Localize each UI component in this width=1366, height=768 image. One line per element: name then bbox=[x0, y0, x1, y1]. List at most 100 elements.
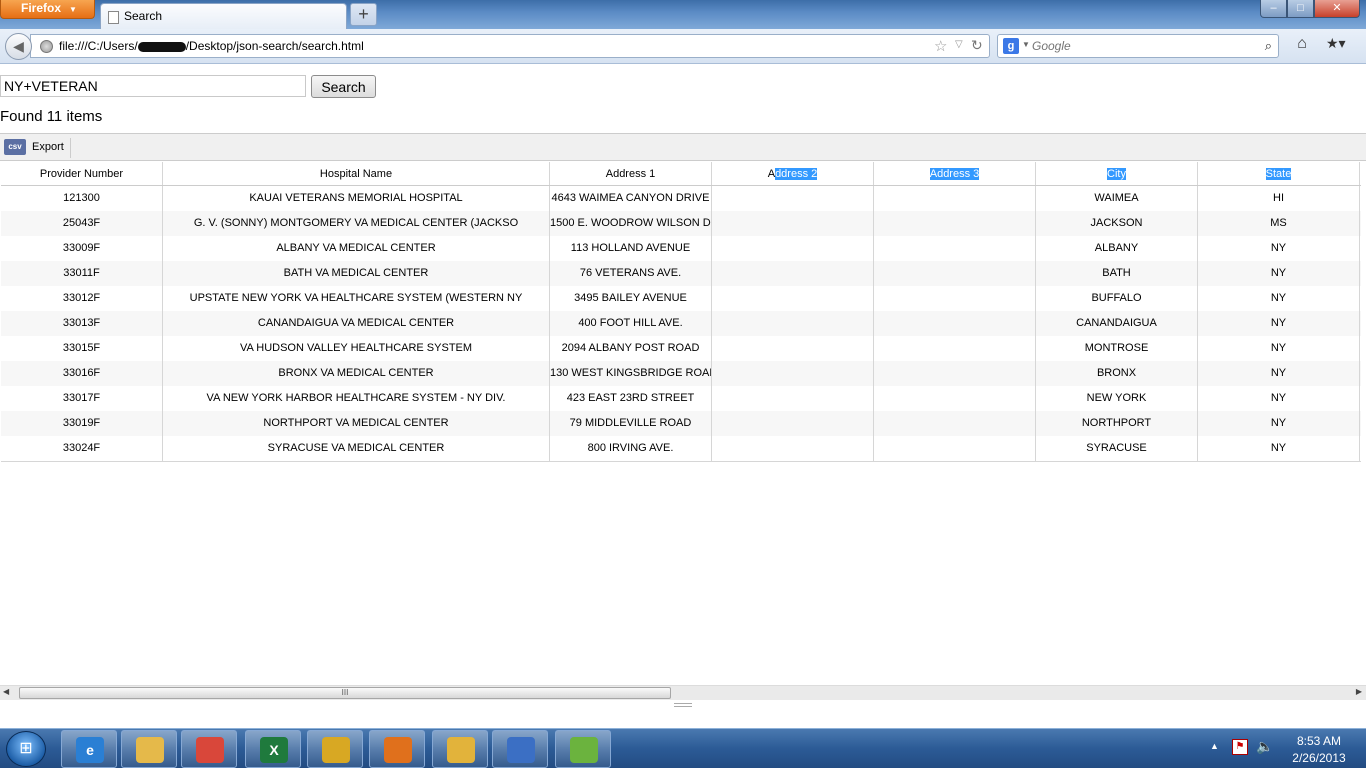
cell-address-3 bbox=[874, 336, 1036, 361]
maximize-button[interactable]: □ bbox=[1287, 0, 1314, 18]
horizontal-scrollbar[interactable]: ◀ III ▶ bbox=[0, 685, 1366, 700]
taskbar-chrome-button[interactable] bbox=[181, 730, 237, 768]
volume-icon[interactable]: 🔈 bbox=[1256, 738, 1273, 755]
column-header-address-3[interactable]: Address 3 bbox=[874, 162, 1036, 185]
column-header-hospital-name[interactable]: Hospital Name bbox=[163, 162, 550, 185]
cell-address-2 bbox=[712, 286, 874, 311]
column-header-city[interactable]: City bbox=[1036, 162, 1198, 185]
table-row[interactable]: 33017F VA NEW YORK HARBOR HEALTHCARE SYST… bbox=[1, 386, 1361, 411]
web-search-input[interactable] bbox=[1032, 37, 1252, 55]
taskbar-powershell-app-button[interactable] bbox=[307, 730, 363, 768]
home-icon[interactable]: ⌂ bbox=[1291, 35, 1313, 57]
clock-date[interactable]: 2/26/2013 bbox=[1284, 751, 1354, 765]
back-button[interactable]: ◀ bbox=[5, 33, 32, 60]
selected-text: State bbox=[1265, 168, 1292, 180]
table-row[interactable]: 33019F NORTHPORT VA MEDICAL CENTER 79 MIDD… bbox=[1, 411, 1361, 436]
cell-hospital-name: VA HUDSON VALLEY HEALTHCARE SYSTEM bbox=[163, 336, 550, 361]
close-button[interactable]: ✕ bbox=[1314, 0, 1360, 18]
history-dropdown-icon[interactable]: ▽ bbox=[955, 39, 963, 50]
cell-address-3 bbox=[874, 286, 1036, 311]
chrome-icon bbox=[196, 737, 224, 763]
cell-state: NY bbox=[1198, 361, 1360, 386]
cell-address-1: 423 EAST 23RD STREET bbox=[550, 386, 712, 411]
scrollbar-thumb[interactable]: III bbox=[19, 687, 671, 699]
grid-body: 121300 KAUAI VETERANS MEMORIAL HOSPITAL 46… bbox=[1, 186, 1361, 462]
cell-address-3 bbox=[874, 436, 1036, 461]
cell-address-1: 400 FOOT HILL AVE. bbox=[550, 311, 712, 336]
minimize-button[interactable]: ‒ bbox=[1260, 0, 1287, 18]
cell-address-1: 130 WEST KINGSBRIDGE ROAD bbox=[550, 361, 712, 386]
column-header-address-1[interactable]: Address 1 bbox=[550, 162, 712, 185]
column-header-address-2[interactable]: Address 2 bbox=[712, 162, 874, 185]
search-bar[interactable]: g ▼ ⌕ bbox=[997, 34, 1279, 58]
taskbar-internet-explorer-button[interactable]: e bbox=[61, 730, 117, 768]
cell-state: HI bbox=[1198, 186, 1360, 211]
column-header-provider-number[interactable]: Provider Number bbox=[1, 162, 163, 185]
table-row[interactable]: 33013F CANANDAIGUA VA MEDICAL CENTER 400 F… bbox=[1, 311, 1361, 336]
export-label: Export bbox=[32, 140, 64, 153]
cell-address-1: 3495 BAILEY AVENUE bbox=[550, 286, 712, 311]
query-input[interactable] bbox=[0, 75, 306, 97]
taskbar-editor-app-button[interactable] bbox=[555, 730, 611, 768]
cell-provider-number: 121300 bbox=[1, 186, 163, 211]
new-tab-button[interactable]: + bbox=[350, 3, 377, 26]
magnifier-icon[interactable]: ⌕ bbox=[1265, 38, 1272, 54]
action-center-icon[interactable]: ⚑ bbox=[1232, 739, 1248, 755]
resize-grip[interactable] bbox=[674, 703, 692, 707]
table-row[interactable]: 25043F G. V. (SONNY) MONTGOMERY VA MEDICA… bbox=[1, 211, 1361, 236]
grid-toolbar: csv Export bbox=[0, 133, 1366, 161]
column-header-state[interactable]: State bbox=[1198, 162, 1360, 185]
result-count: Found 11 items bbox=[0, 108, 103, 125]
show-hidden-icons-icon[interactable]: ▲ bbox=[1210, 741, 1219, 751]
cell-address-1: 79 MIDDLEVILLE ROAD bbox=[550, 411, 712, 436]
cell-state: NY bbox=[1198, 261, 1360, 286]
cell-hospital-name: KAUAI VETERANS MEMORIAL HOSPITAL bbox=[163, 186, 550, 211]
firefox-menu-label: Firefox bbox=[21, 1, 62, 15]
scroll-right-icon[interactable]: ▶ bbox=[1356, 687, 1362, 696]
cell-city: SYRACUSE bbox=[1036, 436, 1198, 461]
table-row[interactable]: 33015F VA HUDSON VALLEY HEALTHCARE SYSTEM… bbox=[1, 336, 1361, 361]
export-button[interactable]: csv Export bbox=[4, 138, 71, 158]
taskbar-sync-app-button[interactable] bbox=[492, 730, 548, 768]
cell-address-1: 2094 ALBANY POST ROAD bbox=[550, 336, 712, 361]
google-icon[interactable]: g bbox=[1003, 38, 1019, 54]
cell-address-3 bbox=[874, 411, 1036, 436]
table-row[interactable]: 33016F BRONX VA MEDICAL CENTER 130 WEST KI… bbox=[1, 361, 1361, 386]
tab-search[interactable]: Search bbox=[100, 3, 347, 29]
bookmark-star-icon[interactable]: ☆ bbox=[934, 37, 947, 55]
cell-address-1: 800 IRVING AVE. bbox=[550, 436, 712, 461]
taskbar-excel-button[interactable]: X bbox=[245, 730, 301, 768]
cell-city: NORTHPORT bbox=[1036, 411, 1198, 436]
windows-explorer-icon bbox=[136, 737, 164, 763]
engine-dropdown-icon[interactable]: ▼ bbox=[1022, 40, 1030, 49]
cell-address-2 bbox=[712, 361, 874, 386]
taskbar-outlook-button[interactable] bbox=[432, 730, 488, 768]
cell-address-3 bbox=[874, 311, 1036, 336]
table-row[interactable]: 33012F UPSTATE NEW YORK VA HEALTHCARE SYS… bbox=[1, 286, 1361, 311]
taskbar-windows-explorer-button[interactable] bbox=[121, 730, 177, 768]
start-button[interactable]: ⊞ bbox=[6, 731, 46, 767]
cell-state: NY bbox=[1198, 236, 1360, 261]
cell-address-3 bbox=[874, 186, 1036, 211]
taskbar-firefox-button[interactable] bbox=[369, 730, 425, 768]
cell-city: WAIMEA bbox=[1036, 186, 1198, 211]
table-row[interactable]: 33011F BATH VA MEDICAL CENTER 76 VETERANS … bbox=[1, 261, 1361, 286]
table-row[interactable]: 121300 KAUAI VETERANS MEMORIAL HOSPITAL 46… bbox=[1, 186, 1361, 211]
cell-hospital-name: UPSTATE NEW YORK VA HEALTHCARE SYSTEM (W… bbox=[163, 286, 550, 311]
sync-app-icon bbox=[507, 737, 535, 763]
firefox-menu-button[interactable]: Firefox ▼ bbox=[0, 0, 95, 19]
table-row[interactable]: 33024F SYRACUSE VA MEDICAL CENTER 800 IRVI… bbox=[1, 436, 1361, 461]
address-bar[interactable]: file:///C:/Users/ /Desktop/json-search/se… bbox=[30, 34, 990, 58]
cell-address-3 bbox=[874, 236, 1036, 261]
scroll-left-icon[interactable]: ◀ bbox=[3, 687, 9, 696]
table-row[interactable]: 33009F ALBANY VA MEDICAL CENTER 113 HOLLAN… bbox=[1, 236, 1361, 261]
cell-state: NY bbox=[1198, 311, 1360, 336]
bookmarks-menu-icon[interactable]: ★▾ bbox=[1326, 35, 1360, 57]
clock-time[interactable]: 8:53 AM bbox=[1284, 734, 1354, 748]
cell-provider-number: 25043F bbox=[1, 211, 163, 236]
cell-provider-number: 33019F bbox=[1, 411, 163, 436]
cell-hospital-name: VA NEW YORK HARBOR HEALTHCARE SYSTEM - N… bbox=[163, 386, 550, 411]
cell-city: BATH bbox=[1036, 261, 1198, 286]
search-button[interactable]: Search bbox=[311, 75, 376, 98]
reload-icon[interactable]: ↻ bbox=[971, 37, 983, 54]
